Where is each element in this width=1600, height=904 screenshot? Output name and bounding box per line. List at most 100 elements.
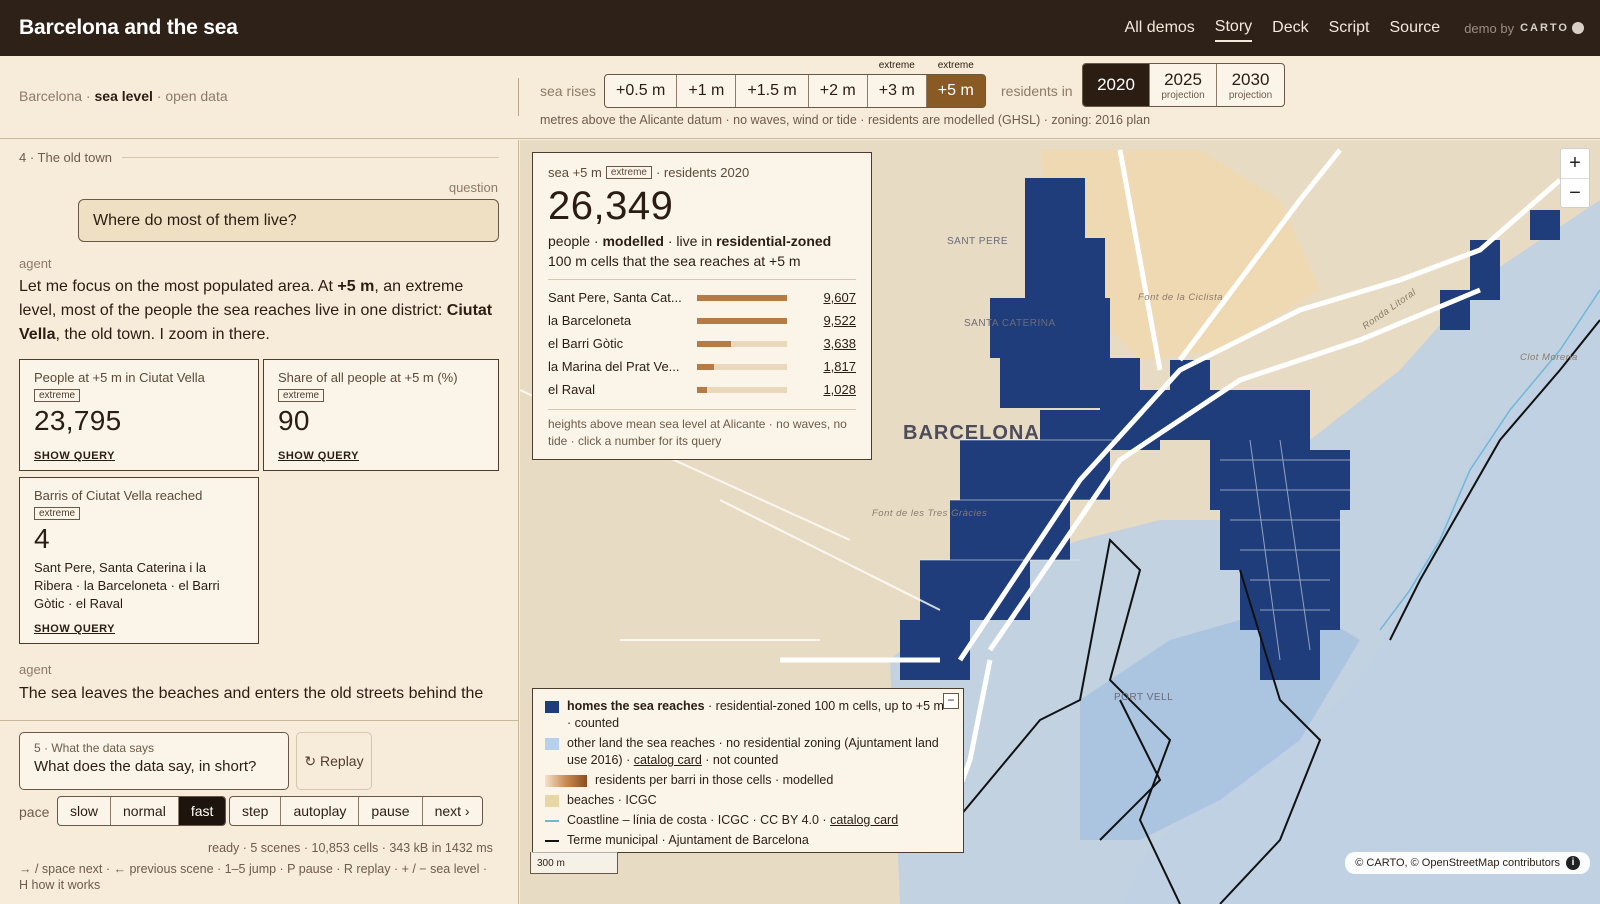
- barri-bar-fill: [697, 340, 732, 347]
- sea-level-1-5[interactable]: +1.5 m: [736, 75, 809, 107]
- demo-by: demo by CARTO: [1464, 21, 1584, 36]
- agent-message: The sea leaves the beaches and enters th…: [19, 685, 484, 702]
- legend-text: residents per barri in those cells · mod…: [595, 772, 833, 789]
- replay-button[interactable]: ↻ Replay: [296, 732, 372, 790]
- map-label-font-ciclista: Font de la Ciclista: [1138, 292, 1224, 303]
- pace-fast[interactable]: fast: [178, 797, 226, 825]
- pace-normal[interactable]: normal: [111, 797, 179, 825]
- stat-card-people: People at +5 m in Ciutat Vella extreme 2…: [19, 359, 259, 471]
- barri-name: el Raval: [548, 382, 595, 397]
- summary-desc-bold: modelled: [602, 233, 664, 249]
- barri-row: la Barceloneta 9,522: [548, 309, 856, 332]
- summary-sea-level: sea +5 m: [548, 165, 602, 180]
- pace-slow[interactable]: slow: [58, 797, 112, 825]
- residents-in-label: residents in: [1001, 83, 1073, 99]
- zoom-in-button[interactable]: +: [1561, 149, 1589, 178]
- barri-name: la Barceloneta: [548, 313, 632, 328]
- breadcrumb-city[interactable]: Barcelona: [19, 88, 82, 104]
- next-scene-card[interactable]: 5 · What the data says What does the dat…: [19, 732, 289, 790]
- sea-level-tag: extreme: [937, 60, 974, 71]
- status-line: ready · 5 scenes · 10,853 cells · 343 kB…: [208, 841, 493, 855]
- breadcrumb-sep: ·: [82, 88, 95, 104]
- barri-value-link[interactable]: 9,607: [787, 290, 856, 305]
- zoom-out-button[interactable]: −: [1561, 178, 1589, 207]
- legend-text: Terme municipal · Ajuntament de Barcelon…: [567, 832, 809, 849]
- sea-rises-label: sea rises: [540, 83, 597, 99]
- year-selector: 2020 2025 projection 2030 projection: [1082, 63, 1285, 107]
- sea-level-0-5[interactable]: +0.5 m: [605, 75, 678, 107]
- sea-level-1[interactable]: +1 m: [677, 75, 737, 107]
- legend-collapse-button[interactable]: −: [943, 693, 959, 709]
- catalog-card-link[interactable]: catalog card: [634, 753, 702, 767]
- divider: [518, 78, 519, 116]
- nav-script[interactable]: Script: [1329, 15, 1370, 41]
- year-2020[interactable]: 2020: [1083, 64, 1150, 106]
- nav-all-demos[interactable]: All demos: [1125, 15, 1195, 41]
- barri-list: Sant Pere, Santa Cat... 9,607 la Barcelon…: [548, 279, 856, 401]
- year-sub: projection: [1228, 89, 1273, 101]
- legend-row: other land the sea reaches · no resident…: [545, 735, 951, 769]
- extreme-badge: extreme: [278, 389, 325, 402]
- sea-level-label: +0.5 m: [616, 82, 666, 99]
- show-query-link[interactable]: SHOW QUERY: [34, 623, 115, 635]
- map-label-font-tres-gracies: Font de les Tres Gràcies: [872, 508, 988, 519]
- nav-deck[interactable]: Deck: [1272, 15, 1308, 41]
- agent-text: , the old town. I zoom in there.: [55, 326, 270, 343]
- legend-row: beaches · ICGC: [545, 792, 951, 809]
- agent-text: Let me focus on the most populated area.…: [19, 278, 338, 295]
- legend-gradient-swatch: [545, 775, 587, 787]
- catalog-card-link[interactable]: catalog card: [830, 813, 898, 827]
- map-view[interactable]: BARCELONA SANT PERE SANTA CATERINA PORT …: [520, 140, 1600, 904]
- sea-level-label: +2 m: [819, 82, 856, 99]
- nav-source[interactable]: Source: [1390, 15, 1441, 41]
- sea-level-5[interactable]: extreme +5 m: [926, 60, 985, 107]
- barri-value-link[interactable]: 1,817: [787, 359, 856, 374]
- legend-desc: residents per barri in those cells · mod…: [595, 773, 834, 787]
- map-legend: − homes the sea reaches · residential-zo…: [532, 688, 964, 853]
- summary-description: people · modelled · live in residential-…: [548, 231, 856, 271]
- show-query-link[interactable]: SHOW QUERY: [34, 450, 115, 462]
- breadcrumb-open-data[interactable]: open data: [165, 88, 227, 104]
- barri-value-link[interactable]: 9,522: [787, 313, 856, 328]
- summary-card: sea +5 m extreme · residents 2020 26,349…: [532, 152, 872, 460]
- main-nav: All demos Story Deck Script Source demo …: [1105, 0, 1584, 56]
- carto-logo[interactable]: CARTO: [1520, 22, 1584, 34]
- extreme-badge: extreme: [605, 166, 652, 179]
- attribution-text[interactable]: © CARTO, © OpenStreetMap contributors: [1355, 857, 1560, 869]
- top-bar: Barcelona and the sea All demos Story De…: [0, 0, 1600, 56]
- sea-level-2[interactable]: +2 m: [809, 75, 868, 107]
- question-bubble: Where do most of them live?: [78, 199, 499, 242]
- breadcrumb: Barcelona · sea level · open data: [19, 88, 228, 104]
- scale-bar: 300 m: [530, 852, 618, 874]
- show-query-link[interactable]: SHOW QUERY: [278, 450, 359, 462]
- barri-bar-fill: [697, 386, 707, 393]
- sea-level-label: +3 m: [878, 82, 915, 99]
- legend-text: beaches · ICGC: [567, 792, 657, 809]
- legend-swatch: [545, 701, 559, 713]
- year-label: 2025: [1164, 69, 1202, 89]
- barri-value-link[interactable]: 1,028: [787, 382, 856, 397]
- legend-swatch: [545, 795, 559, 807]
- sea-level-3[interactable]: extreme +3 m: [868, 60, 927, 107]
- story-panel[interactable]: 4 · The old town question Where do most …: [0, 140, 519, 720]
- legend-row: residents per barri in those cells · mod…: [545, 772, 951, 789]
- barri-name: la Marina del Prat Ve...: [548, 359, 680, 374]
- year-2030[interactable]: 2030 projection: [1217, 64, 1284, 106]
- summary-desc-text: · live in: [663, 233, 717, 249]
- info-icon[interactable]: i: [1566, 856, 1580, 870]
- barri-value-link[interactable]: 3,638: [787, 336, 856, 351]
- scene-title: 4 · The old town: [19, 150, 112, 165]
- map-label-port-vell: PORT VELL: [1114, 692, 1174, 703]
- barri-name: Sant Pere, Santa Cat...: [548, 290, 682, 305]
- legend-desc: Coastline – línia de costa · ICGC · CC B…: [567, 813, 831, 827]
- step-button[interactable]: step: [230, 797, 282, 825]
- legend-text: homes the sea reaches · residential-zone…: [567, 698, 951, 732]
- pause-button[interactable]: pause: [359, 797, 423, 825]
- legend-bold: homes the sea reaches: [567, 699, 705, 713]
- autoplay-button[interactable]: autoplay: [281, 797, 360, 825]
- year-2025[interactable]: 2025 projection: [1150, 64, 1217, 106]
- next-button[interactable]: next ›: [423, 797, 482, 825]
- player-panel: 5 · What the data says What does the dat…: [0, 720, 519, 904]
- nav-story[interactable]: Story: [1214, 14, 1253, 42]
- sea-level-label: +1.5 m: [747, 82, 797, 99]
